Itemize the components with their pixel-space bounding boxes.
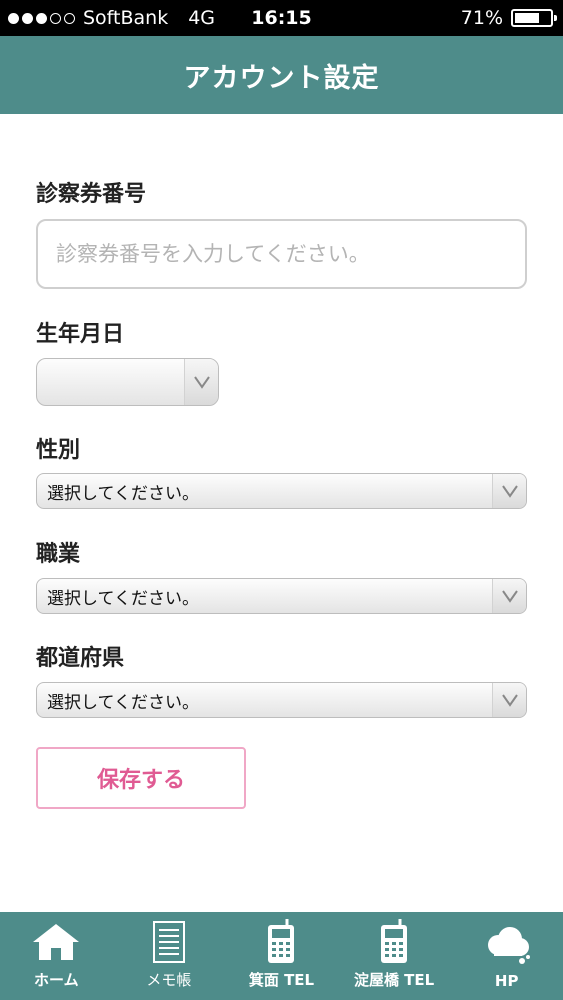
occupation-label: 職業 bbox=[36, 542, 81, 567]
tab-home[interactable]: ホーム bbox=[0, 912, 113, 1000]
birthdate-select[interactable] bbox=[36, 358, 219, 406]
tab-notepad[interactable]: メモ帳 bbox=[113, 912, 226, 1000]
prefecture-select[interactable]: 選択してください。 bbox=[36, 682, 527, 718]
prefecture-label: 都道府県 bbox=[36, 646, 125, 671]
card-number-label: 診察券番号 bbox=[36, 182, 147, 207]
tab-hp[interactable]: HP bbox=[450, 912, 563, 1000]
occupation-value: 選択してください。 bbox=[47, 588, 199, 609]
birthdate-label: 生年月日 bbox=[36, 322, 125, 347]
nav-bar: アカウント設定 bbox=[0, 36, 563, 114]
occupation-select[interactable]: 選択してください。 bbox=[36, 578, 527, 614]
tab-hp-label: HP bbox=[494, 972, 519, 990]
status-bar: SoftBank 4G 16:15 71% bbox=[0, 0, 563, 36]
tab-yodoyabashi-tel-label: 淀屋橋 TEL bbox=[353, 971, 435, 989]
tab-notepad-label: メモ帳 bbox=[146, 971, 192, 989]
cloud-icon bbox=[482, 920, 532, 970]
save-button[interactable]: 保存する bbox=[36, 747, 246, 809]
battery-percent: 71% bbox=[460, 7, 503, 29]
status-right: 71% bbox=[460, 0, 557, 36]
tab-minoh-tel[interactable]: 箕面 TEL bbox=[225, 912, 338, 1000]
tab-yodoyabashi-tel[interactable]: 淀屋橋 TEL bbox=[338, 912, 451, 1000]
chevron-down-icon bbox=[184, 359, 218, 405]
tab-bar: ホーム メモ帳 箕面 TEL 淀屋橋 TEL HP bbox=[0, 912, 563, 1000]
page-title: アカウント設定 bbox=[183, 62, 380, 94]
tab-minoh-tel-label: 箕面 TEL bbox=[248, 971, 315, 989]
battery-fill bbox=[515, 13, 540, 23]
tab-home-label: ホーム bbox=[34, 971, 79, 989]
gender-value: 選択してください。 bbox=[47, 483, 199, 504]
gender-select[interactable]: 選択してください。 bbox=[36, 473, 527, 509]
notepad-icon bbox=[151, 917, 187, 967]
phone-icon bbox=[265, 917, 297, 967]
battery-icon bbox=[511, 9, 557, 27]
prefecture-value: 選択してください。 bbox=[47, 692, 199, 713]
chevron-down-icon bbox=[492, 579, 526, 613]
chevron-down-icon bbox=[492, 683, 526, 717]
home-icon bbox=[31, 917, 81, 967]
card-number-input[interactable] bbox=[36, 219, 527, 289]
phone-icon bbox=[378, 917, 410, 967]
gender-label: 性別 bbox=[36, 438, 81, 463]
chevron-down-icon bbox=[492, 474, 526, 508]
